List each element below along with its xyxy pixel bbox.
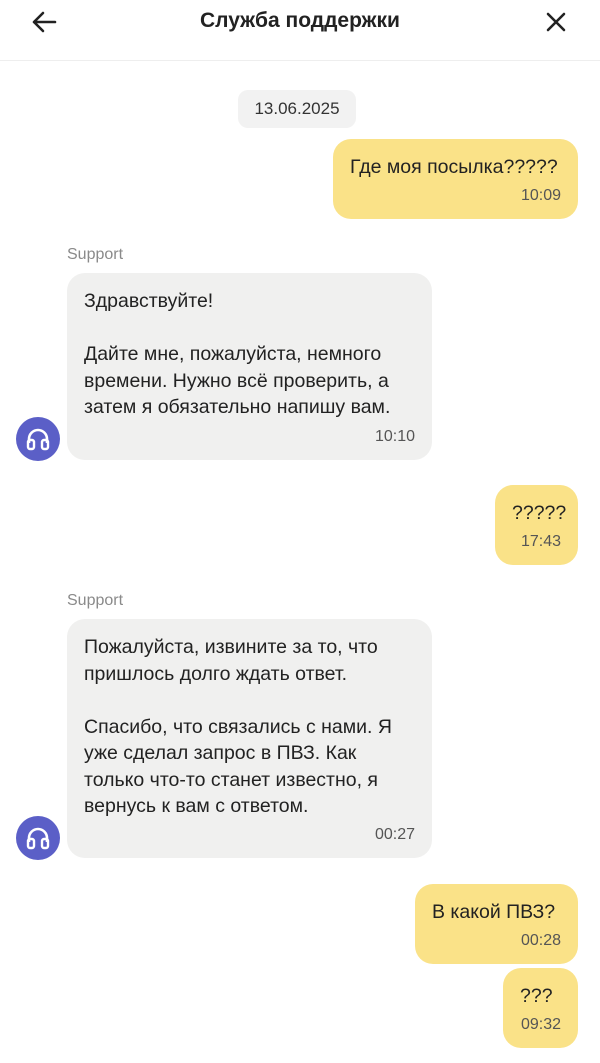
message-time: 17:43 (520, 532, 561, 550)
support-message-bubble: Здравствуйте! Дайте мне, пожалуйста, нем… (67, 273, 432, 460)
sender-name: Support (67, 592, 124, 609)
support-avatar (16, 816, 60, 860)
user-message-bubble: ????? 17:43 (495, 485, 578, 565)
page-title: Служба поддержки (200, 9, 400, 32)
user-message-bubble: Где моя посылка????? 10:09 (333, 139, 578, 219)
message-time: 10:09 (520, 186, 561, 204)
support-message-bubble: Пожалуйста, извините за то, что пришлось… (67, 619, 432, 858)
message-text: В какой ПВЗ? (432, 901, 556, 923)
date-separator: 13.06.2025 (238, 90, 356, 128)
message-time: 00:27 (374, 825, 415, 843)
message-time: 09:32 (520, 1015, 561, 1033)
message-text: ????? (512, 502, 567, 524)
support-avatar (16, 417, 60, 461)
message-time: 00:28 (520, 931, 561, 949)
close-button[interactable] (536, 2, 576, 42)
message-text: Где моя посылка????? (350, 156, 558, 178)
message-text: Пожалуйста, извините за то, что пришлось… (84, 636, 392, 817)
message-text: Здравствуйте! Дайте мне, пожалуйста, нем… (84, 290, 391, 418)
user-message-bubble: В какой ПВЗ? 00:28 (415, 884, 578, 964)
headphones-icon (26, 428, 50, 451)
user-message-bubble: ??? 09:32 (503, 968, 578, 1048)
message-time: 10:10 (374, 427, 415, 445)
message-text: ??? (520, 985, 553, 1007)
headphones-icon (26, 827, 50, 850)
chat-header: Служба поддержки (0, 0, 600, 61)
close-icon (546, 12, 566, 32)
sender-name: Support (67, 246, 124, 263)
